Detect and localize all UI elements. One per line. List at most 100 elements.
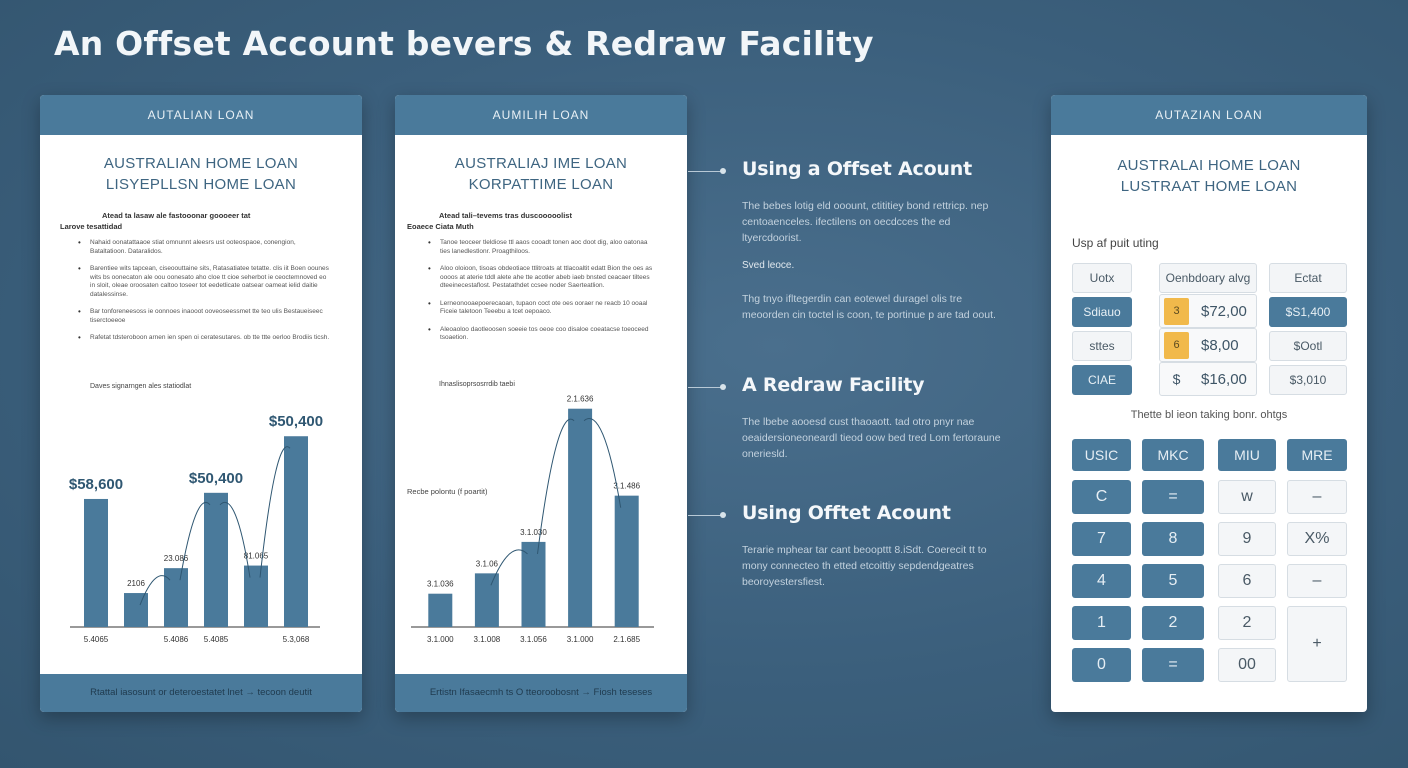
- keypad-caption: Thette bl ieon taking bonr. ohtgs: [1130, 409, 1288, 421]
- field-label[interactable]: sttes: [1072, 331, 1132, 361]
- card-title: AUSTRALAI HOME LOAN LUSTRAAT HOME LOAN: [1051, 155, 1367, 197]
- bar: [614, 495, 639, 627]
- minus-key[interactable]: –: [1287, 564, 1347, 598]
- digit-key-1[interactable]: 1: [1072, 606, 1131, 640]
- document-subheading: Eoaece Ciata Muth: [407, 222, 474, 231]
- loan-document-card-1: AUTALIAN LOAN AUSTRALIAN HOME LOAN LISYE…: [40, 95, 362, 712]
- tick-label: 5.4086: [164, 635, 189, 644]
- card-title-line-2: KORPATTIME LOAN: [468, 176, 614, 193]
- field-label[interactable]: $3,010: [1269, 365, 1347, 395]
- digit-key-6[interactable]: 6: [1218, 564, 1276, 598]
- card-header: AUMILIH LOAN: [395, 95, 687, 135]
- callout-title: Using a Offset Acount: [742, 158, 972, 180]
- card-title: AUSTRALIAJ IME LOAN KORPATTIME LOAN: [395, 153, 687, 195]
- document-bullets: Tanoe teoceer tleldiose ttl aaos cooadt …: [428, 239, 659, 343]
- tick-label: 3.1.056: [520, 635, 547, 644]
- data-label: 3.1.036: [427, 580, 454, 589]
- field-button[interactable]: CIAE: [1072, 365, 1132, 395]
- bullet-item: Aloo oloioon, tisoas obdeotiace ttlitroa…: [428, 265, 659, 291]
- plus-key[interactable]: +: [1287, 606, 1347, 682]
- currency-symbol: $: [1172, 371, 1181, 387]
- loan-calculator-card: AUTAZIAN LOAN AUSTRALAI HOME LOAN LUSTRA…: [1051, 95, 1367, 712]
- digit-key-0[interactable]: 0: [1072, 648, 1131, 682]
- digit-key-5[interactable]: 5: [1142, 564, 1204, 598]
- data-label: 3.1.030: [520, 528, 547, 537]
- equals-key[interactable]: =: [1142, 648, 1204, 682]
- amount-value: $72,00: [1201, 302, 1247, 320]
- card-title-line-1: AUSTRALIAN HOME LOAN: [103, 155, 299, 172]
- callout-title: Using Offtet Acount: [742, 502, 951, 524]
- data-label: 2.1.636: [567, 395, 594, 404]
- data-label: $50,400: [269, 413, 323, 430]
- bar: [84, 498, 108, 627]
- digit-key-9[interactable]: 9: [1218, 522, 1276, 556]
- percent-key[interactable]: X%: [1287, 522, 1347, 556]
- amount-field[interactable]: 6 $8,00: [1159, 328, 1257, 362]
- callout-body: The bebes lotig eld ooount, ctititiey bo…: [742, 200, 989, 244]
- bar: [521, 541, 546, 627]
- bar-chart-2: 3.1.036 3.1.000 3.1.06 3.1.008 3.1.030 3.1.05…: [411, 395, 654, 644]
- field-label[interactable]: Ectat: [1269, 263, 1347, 293]
- document-heading: Atead tali–tevems tras duscooooolist: [439, 211, 572, 220]
- tick-label: 2.1.685: [613, 635, 640, 644]
- tick-label: 3.1.000: [567, 635, 594, 644]
- bar: [428, 593, 453, 627]
- callout-body: Terarie mphear tar cant beoopttt 8.iSdt.…: [742, 544, 987, 588]
- bar-chart-1: $58,6005.4065210623.0865.4086$50,4005.40…: [69, 413, 323, 644]
- tick-label: 5.4065: [84, 635, 109, 644]
- callout-connector: [688, 515, 722, 516]
- card-title-line-1: AUSTRALAI HOME LOAN: [1117, 157, 1301, 174]
- field-button[interactable]: $S1,400: [1269, 297, 1347, 327]
- operator-key[interactable]: –: [1287, 480, 1347, 514]
- double-zero-key[interactable]: 00: [1218, 648, 1276, 682]
- section-label: Usp af puit uting: [1072, 236, 1159, 250]
- digit-key-8[interactable]: 8: [1142, 522, 1204, 556]
- card-title-line-2: LISYEPLLSN HOME LOAN: [105, 176, 297, 193]
- tick-label: 5.3,068: [283, 635, 310, 644]
- memory-key[interactable]: MKC: [1142, 439, 1204, 471]
- field-button[interactable]: Sdiauo: [1072, 297, 1132, 327]
- bar: [124, 593, 148, 627]
- bullet-item: Nahaid oonatattaaoe stiat omnunnt aleesr…: [78, 239, 332, 256]
- tick-label: 3.1.008: [474, 635, 501, 644]
- bullet-item: Lerneonooaepoerecaoan, tupaon coct ote o…: [428, 300, 659, 317]
- callout-title: A Redraw Facility: [742, 374, 925, 396]
- callout-body: The lbebe aooesd cust thaoaott. tad otro…: [742, 416, 1001, 460]
- amount-field[interactable]: $ $16,00: [1159, 362, 1257, 396]
- digit-key-2b[interactable]: 2: [1218, 606, 1276, 640]
- callout-offset-account-2: Using Offtet Acount Terarie mphear tar c…: [742, 502, 1012, 590]
- card-title-line-1: AUSTRALIAJ IME LOAN: [454, 155, 628, 172]
- amount-value: $8,00: [1201, 336, 1239, 354]
- amount-field[interactable]: 3 $72,00: [1159, 294, 1257, 328]
- memory-key[interactable]: MRE: [1287, 439, 1347, 471]
- badge: 3: [1164, 297, 1189, 325]
- bar: [244, 565, 268, 627]
- card-header: AUTALIAN LOAN: [40, 95, 362, 135]
- callout-redraw-facility: A Redraw Facility The lbebe aooesd cust …: [742, 374, 1012, 462]
- digit-key-4[interactable]: 4: [1072, 564, 1131, 598]
- card-footer[interactable]: Rtattal iasosunt or deteroestatet lnet →…: [40, 674, 362, 712]
- field-label[interactable]: $Ootl: [1269, 331, 1347, 361]
- digit-key-2[interactable]: 2: [1142, 606, 1204, 640]
- bar: [568, 408, 593, 627]
- data-label: 2106: [127, 579, 145, 588]
- callout-dot: [720, 168, 726, 174]
- bullet-item: Aleoaoloo daotleoosen soeeie tos oeoe co…: [428, 326, 659, 343]
- memory-key[interactable]: USIC: [1072, 439, 1131, 471]
- bullet-item: Rafetat tdsteroboon arnen ien spen oi ce…: [78, 334, 332, 343]
- callout-note: Sved leoce.: [742, 260, 795, 271]
- field-label[interactable]: Uotx: [1072, 263, 1132, 293]
- memory-key[interactable]: MIU: [1218, 439, 1276, 471]
- field-label[interactable]: Oenbdoary alvg: [1159, 263, 1257, 293]
- bar: [474, 573, 499, 627]
- document-subheading: Larove tesattidad: [60, 222, 123, 231]
- bullet-item: Tanoe teoceer tleldiose ttl aaos cooadt …: [428, 239, 659, 256]
- amount-value: $16,00: [1201, 370, 1247, 388]
- data-label: 3.1.06: [476, 559, 499, 568]
- equals-key[interactable]: =: [1142, 480, 1204, 514]
- bullet-item: Barentiee wits tapcean, ciseoouttaine si…: [78, 265, 332, 299]
- clear-key[interactable]: C: [1072, 480, 1131, 514]
- operator-key[interactable]: w: [1218, 480, 1276, 514]
- digit-key-7[interactable]: 7: [1072, 522, 1131, 556]
- card-footer[interactable]: Ertistn Ifasaecmh ts O tteoroobosnt → Fi…: [395, 674, 687, 712]
